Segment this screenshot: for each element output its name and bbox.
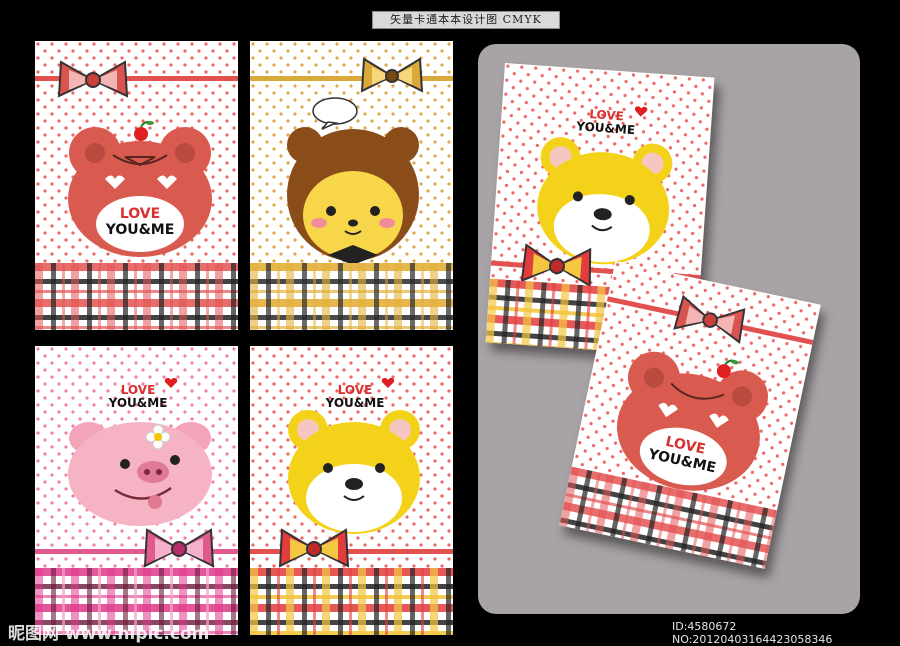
bow-icon [143, 528, 215, 568]
heart-icon [164, 378, 178, 388]
pig-card-bottom-left: LOVE YOU&ME [35, 346, 238, 635]
pig-face-icon [68, 422, 212, 526]
bear-face-icon [288, 410, 420, 534]
plaid-pattern [250, 568, 453, 635]
cherry-icon [134, 120, 154, 141]
bow-icon [57, 60, 129, 98]
love-text: LOVE [120, 383, 156, 397]
love-text: LOVE [337, 383, 373, 397]
heart-icon [381, 378, 395, 388]
image-id-watermark: ID:4580672 NO:20120403164423058346 [672, 620, 833, 646]
bear-card-bottom-middle: LOVE YOU&ME [250, 346, 453, 635]
page-title: 矢量卡通本本设计图 CMYK [372, 11, 560, 29]
bow-icon [360, 57, 424, 93]
cherry-icon [716, 359, 739, 379]
flower-icon [145, 424, 171, 450]
bear-costume-card-top-middle [250, 41, 453, 330]
plaid-pattern [35, 263, 238, 330]
bow-icon [278, 528, 350, 568]
heart-icon [634, 106, 648, 117]
bear-costume-face-icon [287, 127, 419, 265]
you-and-me-text: YOU&ME [105, 222, 175, 238]
plaid-pattern [250, 263, 453, 330]
site-watermark: 昵图网 www.nipic.com [8, 624, 210, 644]
frog-card-top-left: LOVE YOU&ME [35, 41, 238, 330]
love-text: LOVE [119, 206, 161, 222]
